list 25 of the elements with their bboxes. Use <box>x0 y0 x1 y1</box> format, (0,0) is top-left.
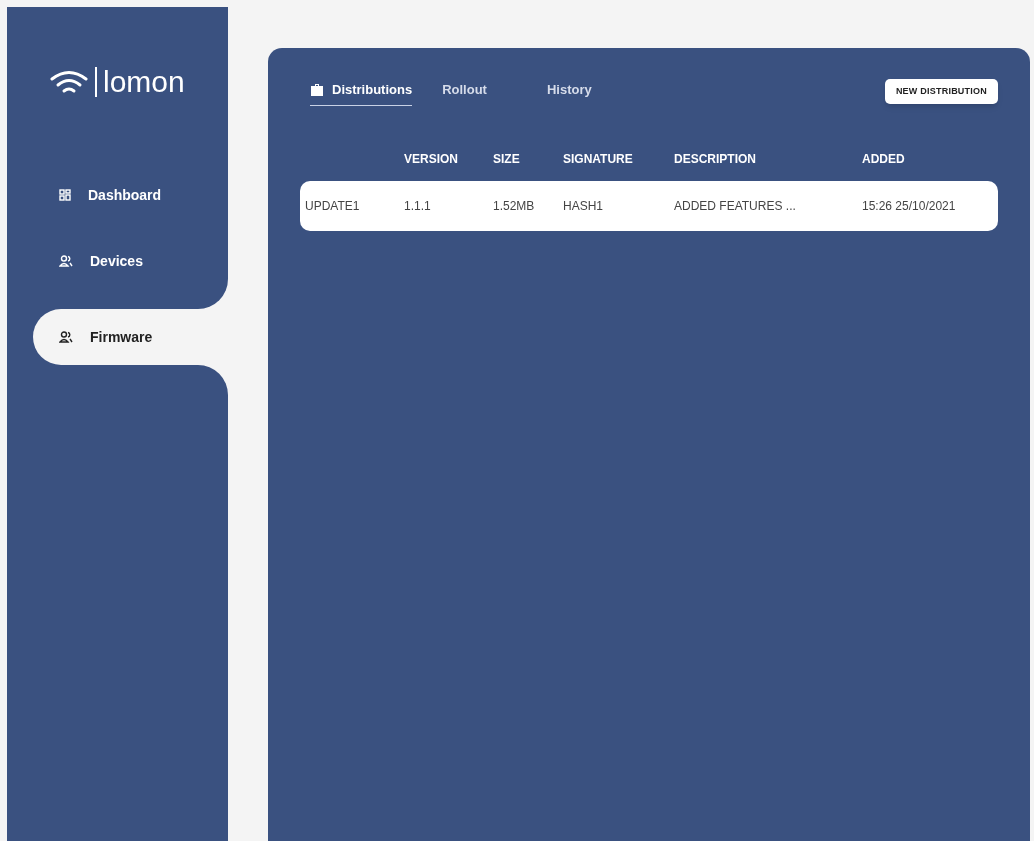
wifi-icon <box>49 70 89 94</box>
tab[interactable]: History <box>546 80 592 106</box>
table-cell-text: 1.52MB <box>493 197 536 215</box>
logo-text: lomon <box>103 67 185 97</box>
table-row[interactable]: UPDATE1 1.1.1 1.52MB HASH1 ADDED FEATURES ... 15:26 25/10/2021 <box>300 180 998 231</box>
tab[interactable]: Distributions <box>310 80 413 106</box>
table-cell-text: UPDATE1 <box>305 197 361 215</box>
table-cell-text: ADDED FEATURES ... <box>674 197 797 215</box>
grid-icon <box>59 189 71 201</box>
briefcase-icon <box>310 83 324 96</box>
table-cell-text: 15:26 25/10/2021 <box>862 197 957 215</box>
column-header: VERSION <box>404 150 459 168</box>
table-cell-text: 1.1.1 <box>404 197 432 215</box>
nav-item[interactable]: Firmware <box>33 309 228 365</box>
column-header: ADDED <box>862 150 906 168</box>
column-header: DESCRIPTION <box>674 150 757 168</box>
column-header: SIZE <box>493 150 521 168</box>
tab[interactable]: Rollout <box>442 80 487 106</box>
column-header: SIGNATURE <box>563 150 634 168</box>
users-icon <box>59 331 73 343</box>
new-distribution-button[interactable]: NEW DISTRIBUTION <box>884 79 998 104</box>
users-icon <box>59 255 73 267</box>
table-cell-text: HASH1 <box>563 197 604 215</box>
nav-item[interactable]: Devices <box>33 233 228 289</box>
nav-item[interactable]: Dashboard <box>33 167 228 223</box>
